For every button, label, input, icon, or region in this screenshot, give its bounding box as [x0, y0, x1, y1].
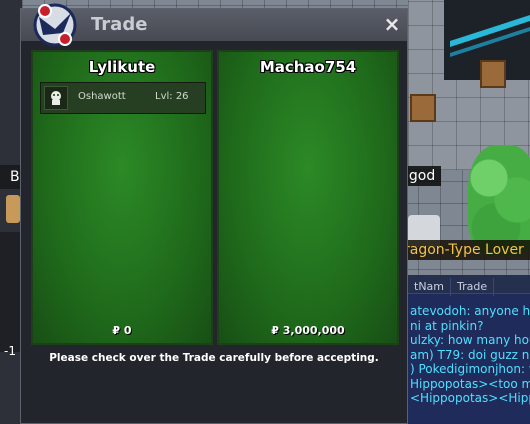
pokemon-name: Oshawott: [78, 91, 126, 102]
close-button[interactable]: ×: [381, 13, 403, 35]
player-name-right: Machao754: [259, 58, 357, 76]
money-amount-left: ₽ 0: [112, 324, 132, 337]
money-amount-right: ₽ 3,000,000: [271, 324, 345, 337]
chat-line: ulzky: how many hours: [410, 333, 530, 347]
crate: [410, 94, 436, 122]
trade-item-slot[interactable]: Oshawott Lvl: 26: [40, 82, 206, 114]
pokeball-logo-icon: [33, 3, 77, 47]
crate: [480, 60, 506, 88]
trade-window: Trade × Lylikute Oshawott Lvl: 26 ₽ 0 Ma…: [20, 3, 408, 424]
window-title: Trade: [91, 14, 148, 35]
wooden-sign: [6, 195, 20, 223]
chat-box[interactable]: tNamTrade atevodoh: anyone hav ni at pin…: [408, 275, 530, 424]
my-offer-panel: Lylikute Oshawott Lvl: 26 ₽ 0: [31, 50, 213, 345]
chat-tabs: tNam Trade: [408, 275, 530, 296]
left-name-bubble: B: [0, 165, 22, 189]
trade-warning-text: Please check over the Trade carefully be…: [49, 352, 379, 364]
left-dark-panel: [0, 232, 22, 352]
pokemon-level: Lvl: 26: [155, 91, 189, 102]
left-scene-edge: B -1: [0, 0, 22, 424]
chat-line: ) Pokedigimonjhon: wh: [410, 362, 530, 376]
chat-line: am) T79: doi guzz nô c: [410, 347, 530, 362]
chat-tab-trade[interactable]: Trade: [451, 278, 495, 296]
right-scene: ngod ragon-Type Lover tNam Trade atevodoh…: [394, 0, 530, 424]
pokemon-icon: [44, 86, 68, 110]
player-name-left: Lylikute: [88, 58, 156, 76]
chat-line: ni at pinkin?: [410, 318, 484, 333]
chat-line: <Hippopotas><Hipp: [410, 391, 530, 405]
chat-tab[interactable]: tNam: [408, 278, 451, 296]
player-title-tag: ragon-Type Lover: [398, 240, 530, 260]
tree: [468, 145, 530, 255]
chat-line: atevodoh: anyone hav: [410, 304, 530, 318]
chat-line: Hippopotas><too many: [410, 376, 530, 391]
left-chat-fragment: -1: [4, 344, 16, 358]
partner-offer-panel: Machao754 ₽ 3,000,000: [217, 50, 399, 345]
